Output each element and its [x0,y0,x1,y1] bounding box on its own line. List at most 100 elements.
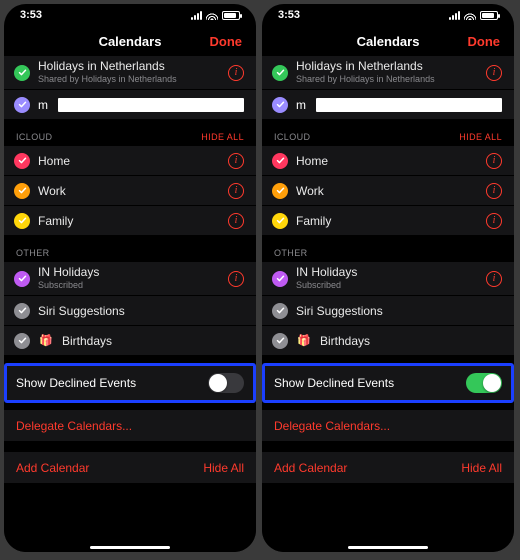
calendar-row[interactable]: Siri Suggestions [262,296,514,326]
checkmark-icon[interactable] [14,213,30,229]
checkmark-icon[interactable] [14,303,30,319]
calendar-row[interactable]: Familyi [262,206,514,236]
checkmark-icon[interactable] [272,97,288,113]
info-icon[interactable]: i [486,65,502,81]
done-button[interactable]: Done [210,34,243,49]
checkmark-icon[interactable] [272,271,288,287]
calendar-row[interactable]: Siri Suggestions [4,296,256,326]
calendar-label: Siri Suggestions [296,304,502,318]
calendar-row[interactable]: 🎁Birthdays [262,326,514,356]
calendar-row[interactable]: 🎁 Birthdays [4,326,256,356]
calendar-row[interactable]: IN Holidays Subscribed i [262,262,514,296]
home-indicator [348,546,428,549]
info-icon[interactable]: i [228,183,244,199]
checkmark-icon[interactable] [272,333,288,349]
calendar-subtitle: Shared by Holidays in Netherlands [296,75,478,85]
hide-all-link[interactable]: HIDE ALL [201,132,244,142]
calendar-label: Holidays in Netherlands [38,60,220,73]
done-button[interactable]: Done [468,34,501,49]
calendar-row[interactable]: m [262,90,514,120]
calendar-label: Family [38,214,220,228]
checkmark-icon[interactable] [272,303,288,319]
calendar-list[interactable]: Holidays in Netherlands Shared by Holiday… [262,56,514,552]
bottom-actions: Add Calendar Hide All [262,452,514,484]
highlight-box: Show Declined Events [262,366,514,400]
checkmark-icon[interactable] [14,271,30,287]
show-declined-row: Show Declined Events [262,366,514,400]
info-icon[interactable]: i [486,153,502,169]
delegate-calendars-link[interactable]: Delegate Calendars... [4,410,256,442]
calendar-row[interactable]: Familyi [4,206,256,236]
info-icon[interactable]: i [228,271,244,287]
hide-all-link[interactable]: Hide All [203,461,244,475]
calendar-label: Home [38,154,220,168]
battery-icon [222,11,240,20]
wifi-icon [464,11,476,20]
info-icon[interactable]: i [228,153,244,169]
calendar-list[interactable]: Holidays in Netherlands Shared by Holiday… [4,56,256,552]
section-header-other: OTHER [4,236,256,262]
calendar-row[interactable]: Worki [262,176,514,206]
section-title: ICLOUD [274,132,310,142]
checkmark-icon[interactable] [272,153,288,169]
status-indicators [449,11,498,20]
battery-icon [480,11,498,20]
calendar-label: Family [296,214,478,228]
calendar-row[interactable]: Holidays in Netherlands Shared by Holiday… [262,56,514,90]
show-declined-row: Show Declined Events [4,366,256,400]
calendar-label: m [296,98,306,112]
checkmark-icon[interactable] [14,97,30,113]
info-icon[interactable]: i [228,65,244,81]
add-calendar-link[interactable]: Add Calendar [16,461,89,475]
calendar-subtitle: Subscribed [38,281,220,291]
gift-icon: 🎁 [38,334,54,347]
checkmark-icon[interactable] [14,183,30,199]
add-calendar-link[interactable]: Add Calendar [274,461,347,475]
calendar-label: IN Holidays [296,266,478,279]
calendar-row[interactable]: m [4,90,256,120]
bottom-actions: Add Calendar Hide All [4,452,256,484]
info-icon[interactable]: i [486,183,502,199]
info-icon[interactable]: i [486,213,502,229]
cellular-icon [191,11,202,20]
delegate-calendars-link[interactable]: Delegate Calendars... [262,410,514,442]
show-declined-toggle[interactable] [208,373,244,393]
nav-title: Calendars [357,34,420,49]
checkmark-icon[interactable] [14,153,30,169]
calendar-row[interactable]: IN HolidaysSubscribedi [4,262,256,296]
info-icon[interactable]: i [228,213,244,229]
wifi-icon [206,11,218,20]
calendar-label: Holidays in Netherlands [296,60,478,73]
checkmark-icon[interactable] [272,65,288,81]
checkmark-icon[interactable] [14,65,30,81]
status-time: 3:53 [20,9,42,21]
redacted-area [58,98,244,112]
calendar-label: Siri Suggestions [38,304,244,318]
section-title: ICLOUD [16,132,52,142]
calendar-row[interactable]: Homei [4,146,256,176]
info-icon[interactable]: i [486,271,502,287]
show-declined-toggle[interactable] [466,373,502,393]
hide-all-link[interactable]: Hide All [461,461,502,475]
calendar-subtitle: Subscribed [296,281,478,291]
hide-all-link[interactable]: HIDE ALL [459,132,502,142]
nav-title: Calendars [99,34,162,49]
calendar-label: Birthdays [62,334,244,348]
calendar-row[interactable]: Homei [262,146,514,176]
calendar-row[interactable]: Holidays in Netherlands Shared by Holiday… [4,56,256,90]
status-indicators [191,11,240,20]
checkmark-icon[interactable] [14,333,30,349]
calendar-row[interactable]: Worki [4,176,256,206]
toggle-label: Show Declined Events [16,376,136,390]
toggle-label: Show Declined Events [274,376,394,390]
calendar-label: Home [296,154,478,168]
cellular-icon [449,11,460,20]
checkmark-icon[interactable] [272,213,288,229]
status-time: 3:53 [278,9,300,21]
section-title: OTHER [274,248,308,258]
section-header-icloud: ICLOUD HIDE ALL [262,120,514,146]
home-indicator [90,546,170,549]
section-title: OTHER [16,248,50,258]
checkmark-icon[interactable] [272,183,288,199]
calendar-subtitle: Shared by Holidays in Netherlands [38,75,220,85]
